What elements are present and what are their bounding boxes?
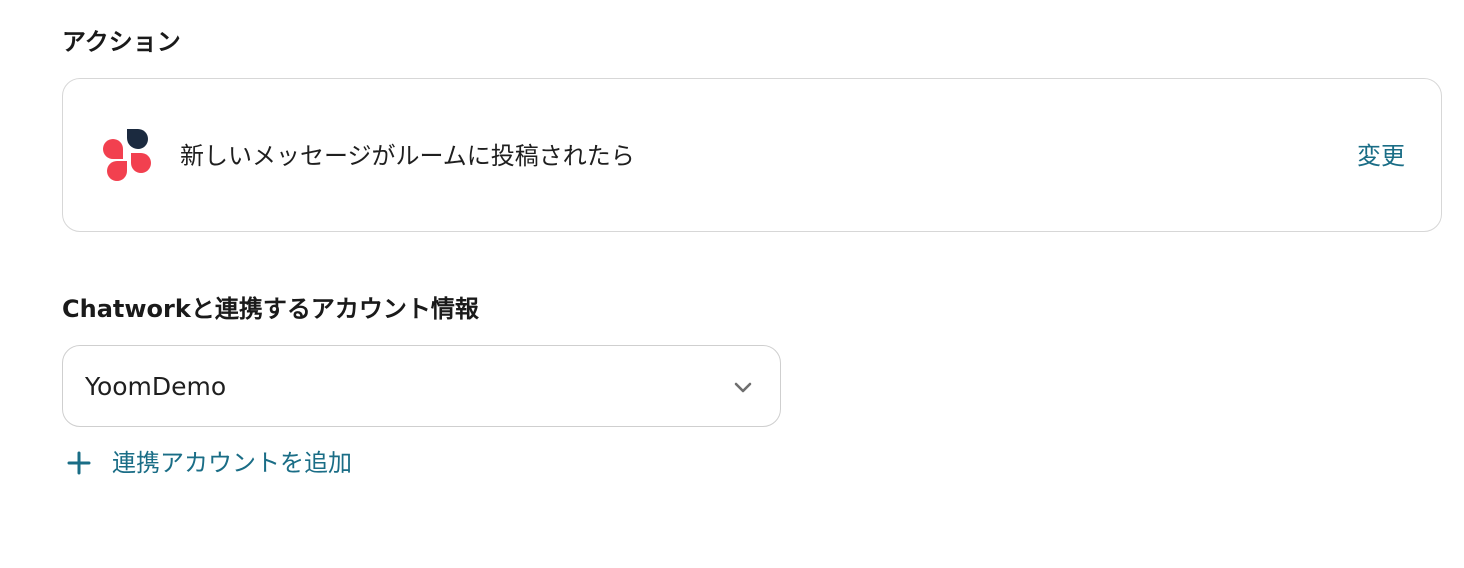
account-select[interactable]: YoomDemo <box>62 345 781 427</box>
chatwork-logo-icon <box>103 129 151 181</box>
add-account-button[interactable]: 連携アカウントを追加 <box>66 447 352 479</box>
add-account-label: 連携アカウントを追加 <box>112 449 352 477</box>
change-action-button[interactable]: 変更 <box>1357 141 1405 171</box>
action-section-title: アクション <box>62 28 181 56</box>
selected-account-value: YoomDemo <box>85 372 227 401</box>
action-card: 新しいメッセージがルームに投稿されたら 変更 <box>62 78 1442 232</box>
account-section-title: Chatworkと連携するアカウント情報 <box>62 295 479 323</box>
plus-icon <box>67 451 91 475</box>
action-trigger-label: 新しいメッセージがルームに投稿されたら <box>180 142 635 170</box>
chevron-down-icon <box>734 382 752 393</box>
page: アクション 新しいメッセージがルームに投稿されたら 変更 Chatworkと連携… <box>0 0 1464 568</box>
